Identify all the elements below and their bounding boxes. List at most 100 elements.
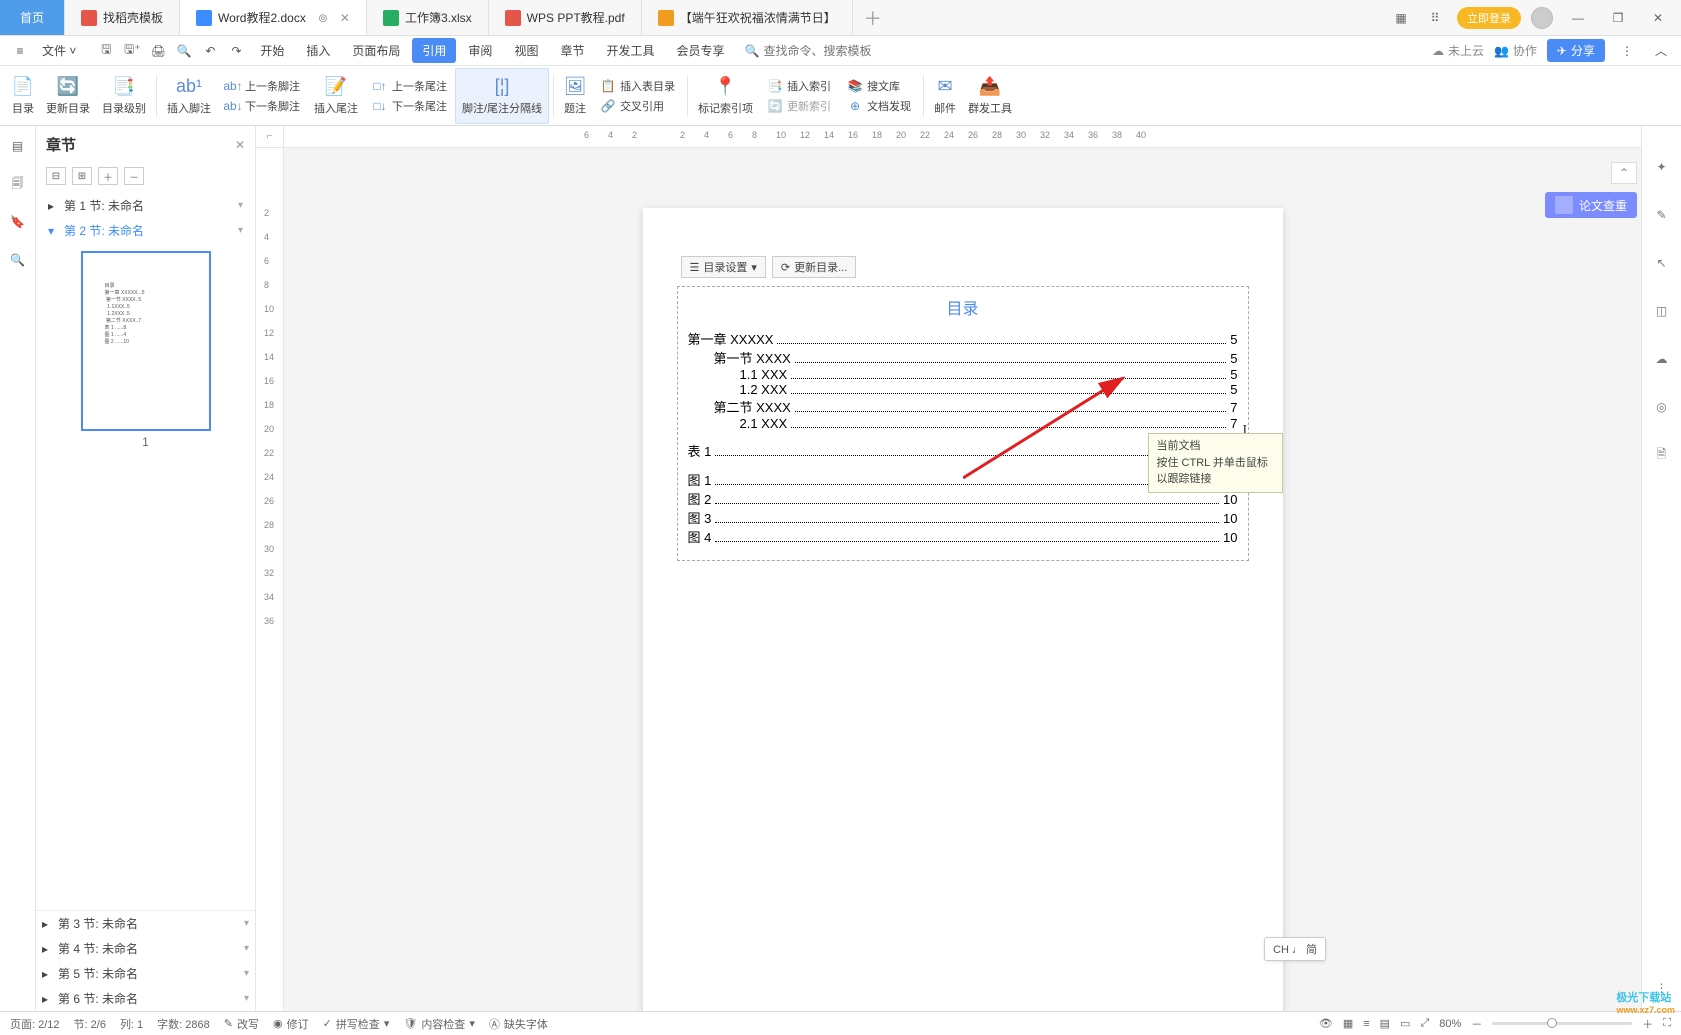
toc-entry[interactable]: 2.1 XXX7 — [688, 416, 1238, 431]
fullscreen-icon[interactable]: ⛶ — [1663, 1017, 1671, 1030]
menu-search[interactable]: 🔍 — [745, 44, 884, 58]
rb-insert-fig-toc[interactable]: 📋插入表目录 — [600, 78, 675, 94]
close-icon[interactable]: ⊚ — [318, 11, 328, 25]
collab-button[interactable]: 👥 协作 — [1494, 42, 1537, 59]
menu-search-input[interactable] — [763, 44, 883, 58]
view-web-icon[interactable]: ≡ — [1363, 1018, 1369, 1030]
section-item[interactable]: ▸ 第 1 节: 未命名 ▾ — [42, 193, 249, 218]
rail-bookmark-icon[interactable]: 🔖 — [6, 210, 30, 234]
rail-search-icon[interactable]: 🔍 — [6, 248, 30, 272]
section-item[interactable]: ▸第 6 节: 未命名▾ — [36, 986, 255, 1011]
menu-reference[interactable]: 引用 — [412, 38, 456, 63]
rb-next-endnote[interactable]: □↓下一条尾注 — [372, 98, 447, 114]
view-outline-icon[interactable]: ▤ — [1380, 1017, 1390, 1030]
login-button[interactable]: 立即登录 — [1457, 7, 1521, 29]
ime-badge[interactable]: CH ♩ 简 — [1264, 937, 1326, 961]
window-close[interactable]: ✕ — [1643, 6, 1673, 30]
rr-cloud-icon[interactable]: ☁ — [1651, 348, 1673, 370]
section-item[interactable]: ▸第 3 节: 未命名▾ — [36, 911, 255, 936]
rb-next-footnote[interactable]: ab↓下一条脚注 — [225, 98, 300, 114]
tab-word-doc[interactable]: Word教程2.docx ⊚ ✕ — [180, 0, 367, 35]
rb-insert-endnote[interactable]: 📝 插入尾注 — [308, 68, 364, 124]
qa-redo-icon[interactable]: ↷ — [224, 39, 248, 63]
rb-update-toc[interactable]: 🔄 更新目录 — [40, 68, 96, 124]
hamburger-icon[interactable]: ≡ — [8, 39, 32, 63]
rb-insert-footnote[interactable]: ab¹ 插入脚注 — [161, 68, 217, 124]
section-item-active[interactable]: ▾ 第 2 节: 未命名 ▾ — [42, 218, 249, 243]
ruler-corner-icon[interactable]: ⌐ — [256, 126, 284, 147]
menu-start[interactable]: 开始 — [250, 38, 294, 63]
zoom-thumb[interactable] — [1547, 1018, 1557, 1028]
rb-search-lib[interactable]: 📚搜文库 — [847, 78, 900, 94]
apps-icon[interactable]: ⠿ — [1423, 6, 1447, 30]
chevron-down-icon[interactable]: ▾ — [238, 225, 243, 236]
canvas-scroll[interactable]: ☰ 目录设置 ▾ ⟳ 更新目录... 目录 第一章 XXXXX5第一节 — [284, 148, 1641, 1011]
qa-undo-icon[interactable]: ↶ — [198, 39, 222, 63]
status-rewrite[interactable]: ✎改写 — [224, 1016, 259, 1032]
menu-devtools[interactable]: 开发工具 — [596, 38, 664, 63]
file-menu[interactable]: 文件 ˅ — [34, 40, 84, 61]
toc-frame[interactable]: 目录 第一章 XXXXX5第一节 XXXX51.1 XXX51.2 XXX5第二… — [677, 286, 1249, 561]
tab-xlsx[interactable]: 工作簿3.xlsx — [367, 0, 489, 35]
rb-prev-endnote[interactable]: □↑上一条尾注 — [372, 78, 447, 94]
menu-insert[interactable]: 插入 — [296, 38, 340, 63]
status-content-check[interactable]: 🛡内容检查 ▾ — [403, 1016, 475, 1032]
view-read-icon[interactable]: ▭ — [1400, 1017, 1410, 1030]
rb-insert-index[interactable]: 📑插入索引 — [767, 78, 831, 94]
rr-ai-icon[interactable]: ✦ — [1651, 156, 1673, 178]
rail-toc-icon[interactable]: 🗐 — [6, 172, 30, 196]
tab-add-button[interactable]: ＋ — [853, 0, 893, 35]
zoom-value[interactable]: 80% — [1439, 1018, 1461, 1030]
chevron-up-icon[interactable]: ︿ — [1649, 39, 1673, 63]
rb-toc[interactable]: 📄 目录 — [6, 68, 40, 124]
toc-entry[interactable]: 1.2 XXX5 — [688, 382, 1238, 397]
tool-expand-icon[interactable]: ⊞ — [72, 167, 92, 185]
view-print-icon[interactable]: ▦ — [1343, 1017, 1353, 1030]
tab-close-icon[interactable]: ✕ — [340, 11, 350, 25]
toc-entry[interactable]: 图 410 — [688, 527, 1238, 546]
menu-view[interactable]: 视图 — [504, 38, 548, 63]
rb-caption[interactable]: 🖼 题注 — [558, 68, 592, 124]
tab-pdf[interactable]: WPS PPT教程.pdf — [489, 0, 642, 35]
rb-mail[interactable]: ✉ 邮件 — [928, 68, 962, 124]
rb-group-send[interactable]: 📤 群发工具 — [962, 68, 1018, 124]
tab-home[interactable]: 首页 — [0, 0, 65, 35]
menu-layout[interactable]: 页面布局 — [342, 38, 410, 63]
zoom-fit-icon[interactable]: ⤢ — [1420, 1017, 1429, 1030]
status-missing-font[interactable]: Ⓐ缺失字体 — [489, 1016, 548, 1032]
menu-vip[interactable]: 会员专享 — [666, 38, 734, 63]
rb-update-index[interactable]: 🔄更新索引 — [767, 98, 831, 114]
tab-ppt[interactable]: 【端午狂欢祝福浓情满节日】 — [642, 0, 853, 35]
toc-entry[interactable]: 第一节 XXXX5 — [688, 348, 1238, 367]
window-restore[interactable]: ❐ — [1603, 6, 1633, 30]
qa-saveas-icon[interactable]: 🖫⁺ — [120, 39, 144, 63]
zoom-in-icon[interactable]: ＋ — [1642, 1016, 1653, 1032]
rr-doc-icon[interactable]: 🗎 — [1651, 444, 1673, 466]
tool-remove-icon[interactable]: － — [124, 167, 144, 185]
rr-pen-icon[interactable]: ✎ — [1651, 204, 1673, 226]
qa-print-icon[interactable]: 🖨 — [146, 39, 170, 63]
collapse-right-icon[interactable]: ⌃ — [1611, 162, 1637, 184]
toc-settings-button[interactable]: ☰ 目录设置 ▾ — [681, 256, 766, 278]
tool-add-icon[interactable]: ＋ — [98, 167, 118, 185]
rb-cross-ref[interactable]: 🔗交叉引用 — [600, 98, 664, 114]
toc-entry[interactable]: 图 310 — [688, 508, 1238, 527]
tool-collapse-icon[interactable]: ⊟ — [46, 167, 66, 185]
rb-toc-level[interactable]: 📑 目录级别 — [96, 68, 152, 124]
paper-check-button[interactable]: 论文查重 — [1545, 192, 1637, 218]
rr-target-icon[interactable]: ◎ — [1651, 396, 1673, 418]
menu-review[interactable]: 审阅 — [458, 38, 502, 63]
status-section[interactable]: 节: 2/6 — [74, 1016, 106, 1032]
chevron-down-icon[interactable]: ▾ — [238, 200, 243, 211]
qa-preview-icon[interactable]: 🔍 — [172, 39, 196, 63]
sidebar-close-icon[interactable]: ✕ — [235, 138, 245, 152]
window-minimize[interactable]: — — [1563, 6, 1593, 30]
rr-select-icon[interactable]: ↖ — [1651, 252, 1673, 274]
vertical-ruler[interactable]: 24681012141618202224262830323436 — [256, 148, 284, 1011]
section-item[interactable]: ▸第 4 节: 未命名▾ — [36, 936, 255, 961]
document-page[interactable]: ☰ 目录设置 ▾ ⟳ 更新目录... 目录 第一章 XXXXX5第一节 — [643, 208, 1283, 1011]
view-eye-icon[interactable]: 👁 — [1319, 1017, 1333, 1030]
section-item[interactable]: ▸第 5 节: 未命名▾ — [36, 961, 255, 986]
grid4-icon[interactable]: ▦ — [1389, 6, 1413, 30]
rb-mark-index[interactable]: 📍 标记索引项 — [692, 68, 759, 124]
